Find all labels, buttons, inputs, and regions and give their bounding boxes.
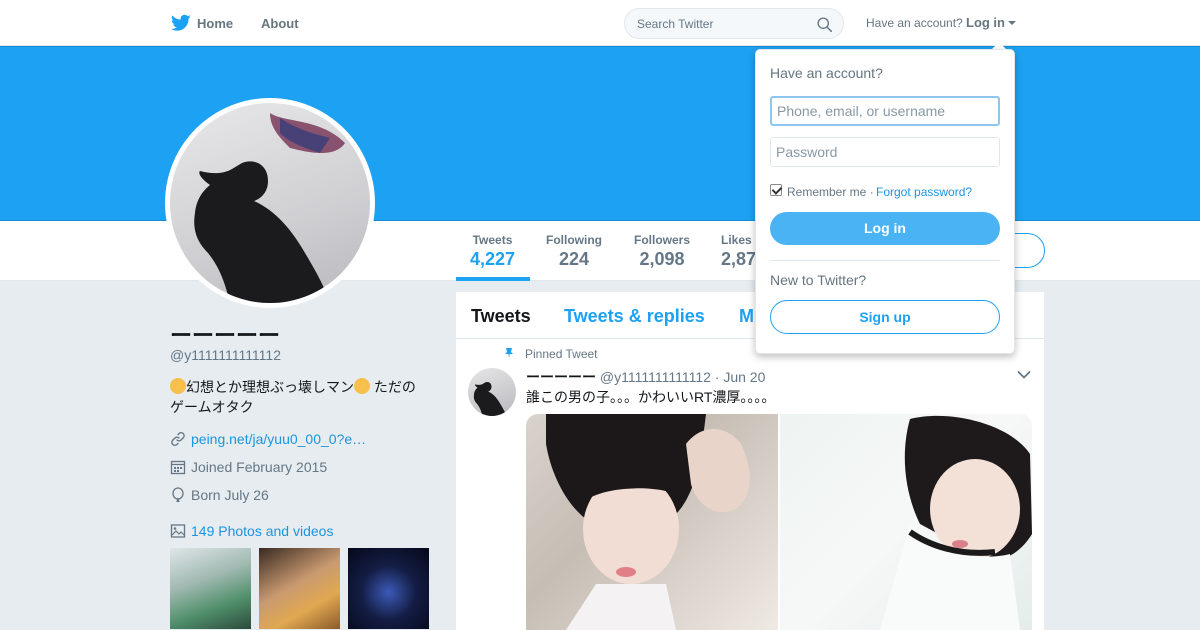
stat-following[interactable]: Following 224 <box>545 233 603 270</box>
tweet-author-name[interactable]: ーーーーー <box>526 369 596 385</box>
stat-tweets[interactable]: Tweets 4,227 <box>470 233 515 270</box>
search-icon[interactable] <box>816 16 833 33</box>
password-field[interactable] <box>770 137 1000 167</box>
tweet-photo-image <box>546 414 750 630</box>
tweet-text: 誰この男の子。。。かわいいRT濃厚。。。。 <box>526 389 776 405</box>
profile-handle: @y1111111111112 <box>170 347 282 363</box>
remember-me-checkbox[interactable] <box>770 184 782 196</box>
tab-media[interactable]: M <box>739 306 754 327</box>
chevron-down-icon[interactable] <box>1017 370 1031 380</box>
tab-tweets-replies[interactable]: Tweets & replies <box>564 306 705 327</box>
stat-value: 2,098 <box>639 249 685 269</box>
born-row: Born July 26 <box>170 487 269 503</box>
stat-label: Followers <box>633 233 690 247</box>
tweet-avatar[interactable] <box>468 368 516 416</box>
search-input[interactable]: Search Twitter <box>624 8 844 39</box>
tweet-handle-date[interactable]: @y1111111111112 · Jun 20 <box>600 369 765 385</box>
photos-videos-label: 149 Photos and videos <box>191 523 334 539</box>
bio-text-1: 幻想とか理想ぶっ壊しマン <box>186 379 354 395</box>
born-text: Born July 26 <box>191 487 269 503</box>
bio-text-2: ただの <box>370 379 416 395</box>
top-navigation-bar: Home About Search Twitter Have an accoun… <box>0 0 1200 46</box>
profile-bio: 幻想とか理想ぶっ壊しマン ただのゲームオタク <box>170 377 440 417</box>
joined-text: Joined February 2015 <box>191 459 328 475</box>
tweet-photo[interactable] <box>780 414 1032 630</box>
emoji-icon <box>170 378 186 394</box>
link-icon <box>171 432 185 446</box>
forgot-password-link[interactable]: Forgot password? <box>876 185 972 199</box>
nav-home-link[interactable]: Home <box>197 16 233 31</box>
tab-tweets[interactable]: Tweets <box>471 306 531 327</box>
twitter-bird-icon[interactable] <box>171 14 191 32</box>
new-to-twitter-text: New to Twitter? <box>770 272 867 288</box>
media-thumbnail[interactable] <box>259 548 340 629</box>
joined-row: Joined February 2015 <box>170 459 327 475</box>
have-account-text: Have an account? <box>866 16 963 30</box>
profile-link-row: peing.net/ja/yuu0_00_0?e… <box>170 431 366 447</box>
media-thumbnail[interactable] <box>348 548 429 629</box>
stat-value: 224 <box>558 249 590 269</box>
active-stat-indicator <box>456 277 530 281</box>
signup-button[interactable]: Sign up <box>770 300 1000 334</box>
calendar-icon <box>170 460 186 475</box>
login-button[interactable]: Log in <box>770 212 1000 245</box>
tweet-avatar-image <box>473 382 506 416</box>
chevron-down-icon[interactable] <box>1008 21 1016 25</box>
media-thumbnail[interactable] <box>170 548 251 629</box>
profile-name: ーーーーー <box>170 323 281 348</box>
bio-text-3: ゲームオタク <box>170 399 254 415</box>
remember-me-label: Remember me · <box>787 185 874 199</box>
dropdown-title: Have an account? <box>770 65 883 81</box>
stat-label: Tweets <box>472 233 513 247</box>
stat-label: Following <box>546 233 602 247</box>
emoji-icon <box>354 378 370 394</box>
pinned-tweet-label: Pinned Tweet <box>525 347 598 361</box>
balloon-icon <box>172 487 184 503</box>
tweet-photo-image <box>880 415 1032 630</box>
stat-value: 4,227 <box>470 249 516 269</box>
search-placeholder: Search Twitter <box>637 17 714 31</box>
nav-about-link[interactable]: About <box>261 16 299 31</box>
profile-website-link[interactable]: peing.net/ja/yuu0_00_0?e… <box>191 431 366 447</box>
silhouette-image <box>194 113 345 303</box>
login-menu-toggle[interactable]: Log in <box>966 15 1005 30</box>
tweet-header: ーーーーー @y1111111111112 · Jun 20 <box>526 367 765 387</box>
tweet-photo[interactable] <box>526 414 778 630</box>
avatar-image <box>170 103 370 303</box>
dropdown-divider <box>770 260 1000 261</box>
profile-avatar[interactable] <box>165 98 375 308</box>
photos-videos-link[interactable]: 149 Photos and videos <box>170 523 333 539</box>
stat-followers[interactable]: Followers 2,098 <box>633 233 691 270</box>
username-field[interactable] <box>770 96 1000 126</box>
image-icon <box>170 524 186 538</box>
pin-icon <box>505 348 513 359</box>
